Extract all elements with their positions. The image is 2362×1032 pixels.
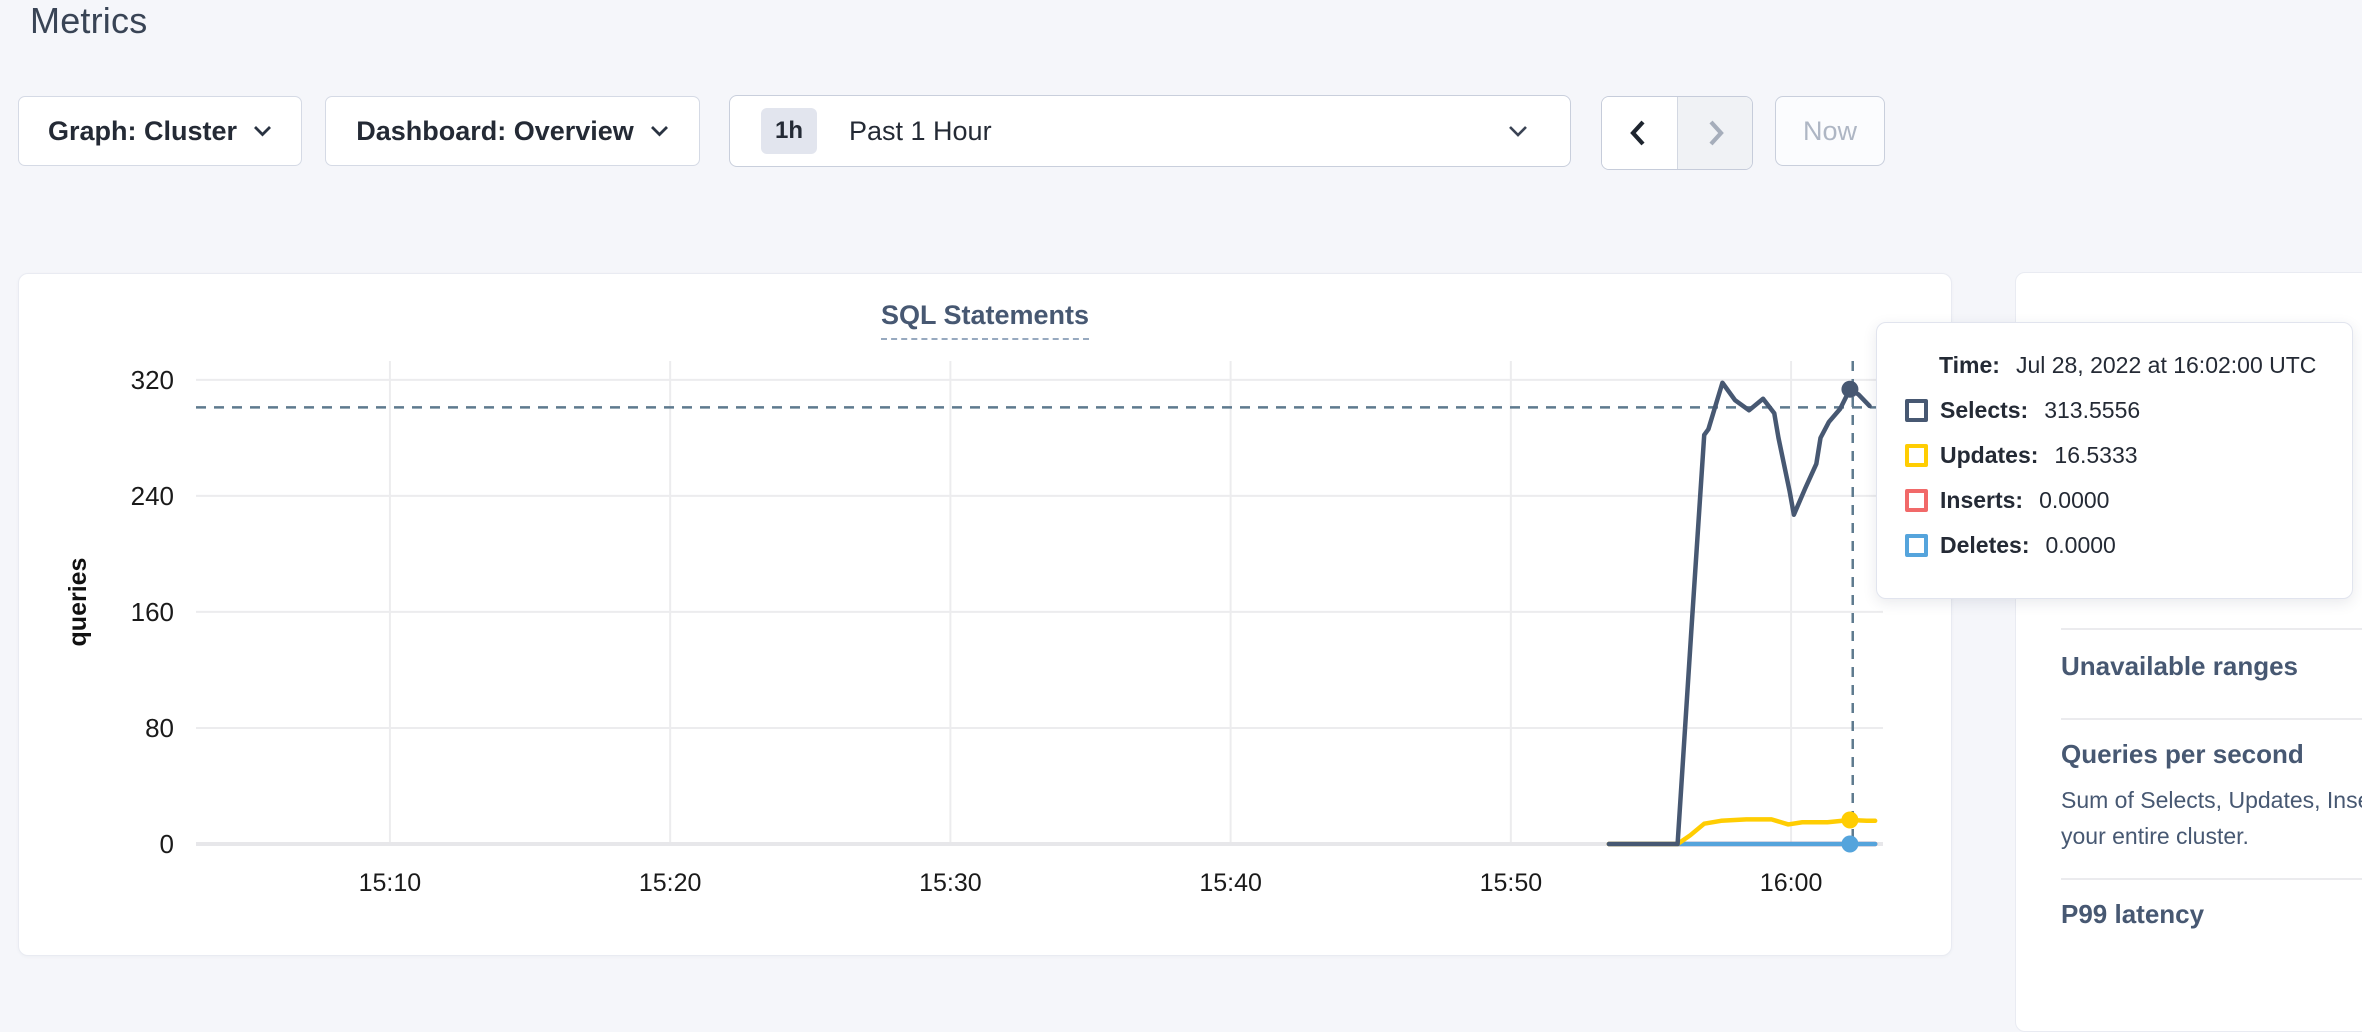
chevron-down-icon (253, 125, 272, 137)
series-swatch-icon (1905, 399, 1928, 422)
graph-dropdown[interactable]: Graph: Cluster (18, 96, 302, 166)
chart-title[interactable]: SQL Statements (881, 300, 1089, 340)
svg-text:15:10: 15:10 (359, 869, 422, 897)
svg-text:15:50: 15:50 (1480, 869, 1543, 897)
chevron-right-icon (1701, 118, 1729, 148)
chart-tooltip: Time: Jul 28, 2022 at 16:02:00 UTC Selec… (1876, 322, 2353, 599)
tooltip-series-label: Deletes: (1940, 532, 2029, 559)
chevron-left-icon (1625, 118, 1653, 148)
time-range-pager (1601, 96, 1753, 170)
dashboard-dropdown[interactable]: Dashboard: Overview (325, 96, 700, 166)
tooltip-series-row: Updates: 16.5333 (1905, 443, 2332, 467)
tooltip-series-label: Inserts: (1940, 487, 2023, 514)
divider (2061, 878, 2362, 880)
divider (2061, 628, 2362, 630)
svg-text:queries: queries (64, 558, 92, 647)
next-range-button[interactable] (1677, 97, 1753, 169)
prev-range-button[interactable] (1602, 97, 1677, 169)
chevron-down-icon (1508, 125, 1528, 138)
dashboard-dropdown-label: Dashboard: Overview (356, 116, 634, 147)
tooltip-time-value: Jul 28, 2022 at 16:02:00 UTC (2016, 352, 2316, 379)
sidebar-section-title: Unavailable ranges (2061, 651, 2298, 682)
svg-text:15:20: 15:20 (639, 869, 702, 897)
chart-canvas[interactable]: 15:10 15:20 15:30 15:40 15:50 16:00 0 80 160 240 3… (19, 274, 1953, 957)
page-title: Metrics (30, 0, 147, 42)
tooltip-series-value: 313.5556 (2044, 397, 2140, 424)
tooltip-series-label: Updates: (1940, 442, 2038, 469)
sidebar-section-title: P99 latency (2061, 899, 2204, 930)
time-range-selector[interactable]: 1h Past 1 Hour (729, 95, 1571, 167)
tooltip-series-row: Selects: 313.5556 (1905, 398, 2332, 422)
time-range-label: Past 1 Hour (849, 116, 992, 147)
sidebar-section-description: your entire cluster. (2061, 823, 2249, 850)
tooltip-time-label: Time: (1939, 352, 2000, 379)
series-swatch-icon (1905, 489, 1928, 512)
svg-text:15:30: 15:30 (919, 869, 982, 897)
tooltip-series-value: 16.5333 (2054, 442, 2137, 469)
svg-text:80: 80 (145, 713, 174, 743)
now-button[interactable]: Now (1775, 96, 1885, 166)
tooltip-series-row: Deletes: 0.0000 (1905, 533, 2332, 557)
svg-text:320: 320 (131, 365, 174, 395)
chevron-down-icon (650, 125, 669, 137)
graph-dropdown-label: Graph: Cluster (48, 116, 237, 147)
series-swatch-icon (1905, 444, 1928, 467)
sidebar-section-title: Queries per second (2061, 739, 2304, 770)
series-swatch-icon (1905, 534, 1928, 557)
tooltip-series-label: Selects: (1940, 397, 2028, 424)
svg-text:0: 0 (160, 829, 174, 859)
svg-text:240: 240 (131, 481, 174, 511)
tooltip-time-row: Time: Jul 28, 2022 at 16:02:00 UTC (1939, 353, 2332, 377)
divider (2061, 718, 2362, 720)
sidebar-section-description: Sum of Selects, Updates, Inserts (2061, 787, 2362, 814)
tooltip-series-row: Inserts: 0.0000 (1905, 488, 2332, 512)
svg-text:160: 160 (131, 597, 174, 627)
tooltip-series-value: 0.0000 (2045, 532, 2115, 559)
svg-text:16:00: 16:00 (1760, 869, 1823, 897)
sql-statements-chart-card: SQL Statements 15:10 15:20 15:30 15:40 15:50… (18, 273, 1952, 956)
tooltip-series-value: 0.0000 (2039, 487, 2109, 514)
time-range-badge: 1h (761, 108, 817, 154)
svg-text:15:40: 15:40 (1199, 869, 1262, 897)
